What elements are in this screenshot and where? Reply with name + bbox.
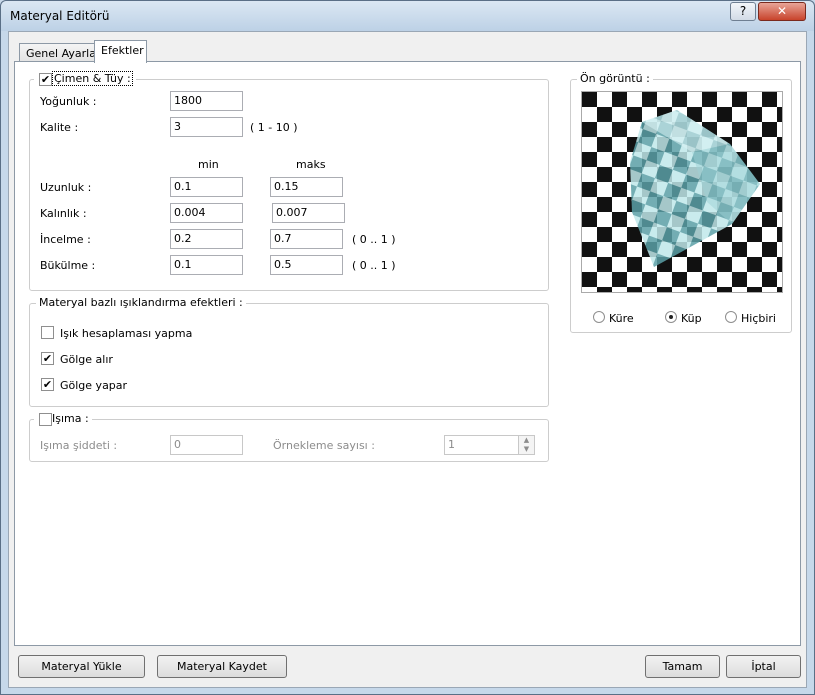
dialog-client: Genel Ayarlar Efektler Çimen & Tüy : ✔ Y…	[8, 31, 807, 688]
glow-intensity-input[interactable]: 0	[170, 435, 243, 455]
quality-label: Kalite :	[40, 121, 79, 134]
taper-label: İncelme :	[40, 233, 91, 246]
receives-shadow-checkbox[interactable]: ✔	[41, 352, 54, 365]
window-title: Materyal Editörü	[10, 9, 110, 23]
bend-min-input[interactable]: 0.1	[170, 255, 243, 275]
checker-cube-preview	[582, 92, 782, 292]
length-max-input[interactable]: 0.15	[270, 177, 343, 197]
quality-range: ( 1 - 10 )	[250, 121, 298, 134]
radio-selected-dot	[669, 315, 673, 319]
glow-label: Işıma :	[52, 412, 89, 425]
preview-none-radio[interactable]	[725, 311, 737, 323]
casts-shadow-checkbox[interactable]: ✔	[41, 378, 54, 391]
close-button[interactable]: ✕	[758, 2, 806, 21]
bend-range: ( 0 .. 1 )	[352, 259, 396, 272]
help-button[interactable]: ?	[730, 2, 756, 21]
quality-input[interactable]: 3	[170, 117, 243, 137]
spin-up-icon[interactable]: ▲	[519, 436, 534, 445]
thickness-max-input[interactable]: 0.007	[272, 203, 345, 223]
density-input[interactable]: 1800	[170, 91, 243, 111]
max-header: maks	[296, 158, 326, 171]
bend-max-input[interactable]: 0.5	[270, 255, 343, 275]
lighting-effects-group: Materyal bazlı ışıklandırma efektleri : …	[29, 296, 549, 407]
bend-label: Bükülme :	[40, 259, 96, 272]
preview-sphere-radio[interactable]	[593, 311, 605, 323]
sample-count-input[interactable]: 1	[444, 435, 519, 455]
taper-min-input[interactable]: 0.2	[170, 229, 243, 249]
sample-count-spinner[interactable]: ▲ ▼	[518, 435, 535, 455]
glow-checkbox[interactable]	[39, 413, 52, 426]
length-min-input[interactable]: 0.1	[170, 177, 243, 197]
ok-button[interactable]: Tamam	[645, 655, 720, 678]
save-material-button[interactable]: Materyal Kaydet	[157, 655, 287, 678]
spin-down-icon[interactable]: ▼	[519, 445, 534, 454]
title-bar: Materyal Editörü ? ✕	[1, 1, 814, 31]
load-material-button[interactable]: Materyal Yükle	[18, 655, 145, 678]
length-label: Uzunluk :	[40, 181, 92, 194]
tab-general-settings[interactable]: Genel Ayarlar	[19, 43, 100, 62]
preview-sphere-label: Küre	[609, 312, 634, 325]
preview-viewport[interactable]	[581, 91, 783, 293]
glow-intensity-label: Işıma şiddeti :	[40, 439, 118, 452]
tab-effects[interactable]: Efektler	[94, 40, 147, 63]
effects-panel: Çimen & Tüy : ✔ Yoğunluk : 1800 Kalite :…	[14, 61, 801, 646]
casts-shadow-label: Gölge yapar	[60, 379, 128, 392]
no-lighting-checkbox[interactable]	[41, 326, 54, 339]
taper-max-input[interactable]: 0.7	[270, 229, 343, 249]
preview-cube-label: Küp	[681, 312, 702, 325]
no-lighting-label: Işık hesaplaması yapma	[60, 327, 193, 340]
preview-cube-radio[interactable]	[665, 311, 677, 323]
material-editor-window: Materyal Editörü ? ✕ Genel Ayarlar Efekt…	[0, 0, 815, 695]
preview-none-label: Hiçbiri	[741, 312, 776, 325]
thickness-label: Kalınlık :	[40, 207, 87, 220]
cancel-button[interactable]: İptal	[726, 655, 801, 678]
grass-fur-label: Çimen & Tüy :	[52, 71, 133, 86]
min-header: min	[198, 158, 219, 171]
preview-legend: Ön görüntü :	[577, 72, 653, 85]
taper-range: ( 0 .. 1 )	[352, 233, 396, 246]
receives-shadow-label: Gölge alır	[60, 353, 113, 366]
grass-fur-group: Çimen & Tüy : ✔ Yoğunluk : 1800 Kalite :…	[29, 71, 549, 291]
lighting-effects-legend: Materyal bazlı ışıklandırma efektleri :	[36, 296, 246, 309]
sample-count-label: Örnekleme sayısı :	[273, 439, 375, 452]
thickness-min-input[interactable]: 0.004	[170, 203, 243, 223]
glow-group: Işıma : Işıma şiddeti : 0 Örnekleme sayı…	[29, 412, 549, 462]
density-label: Yoğunluk :	[40, 95, 97, 108]
grass-fur-checkbox[interactable]: ✔	[39, 73, 52, 86]
